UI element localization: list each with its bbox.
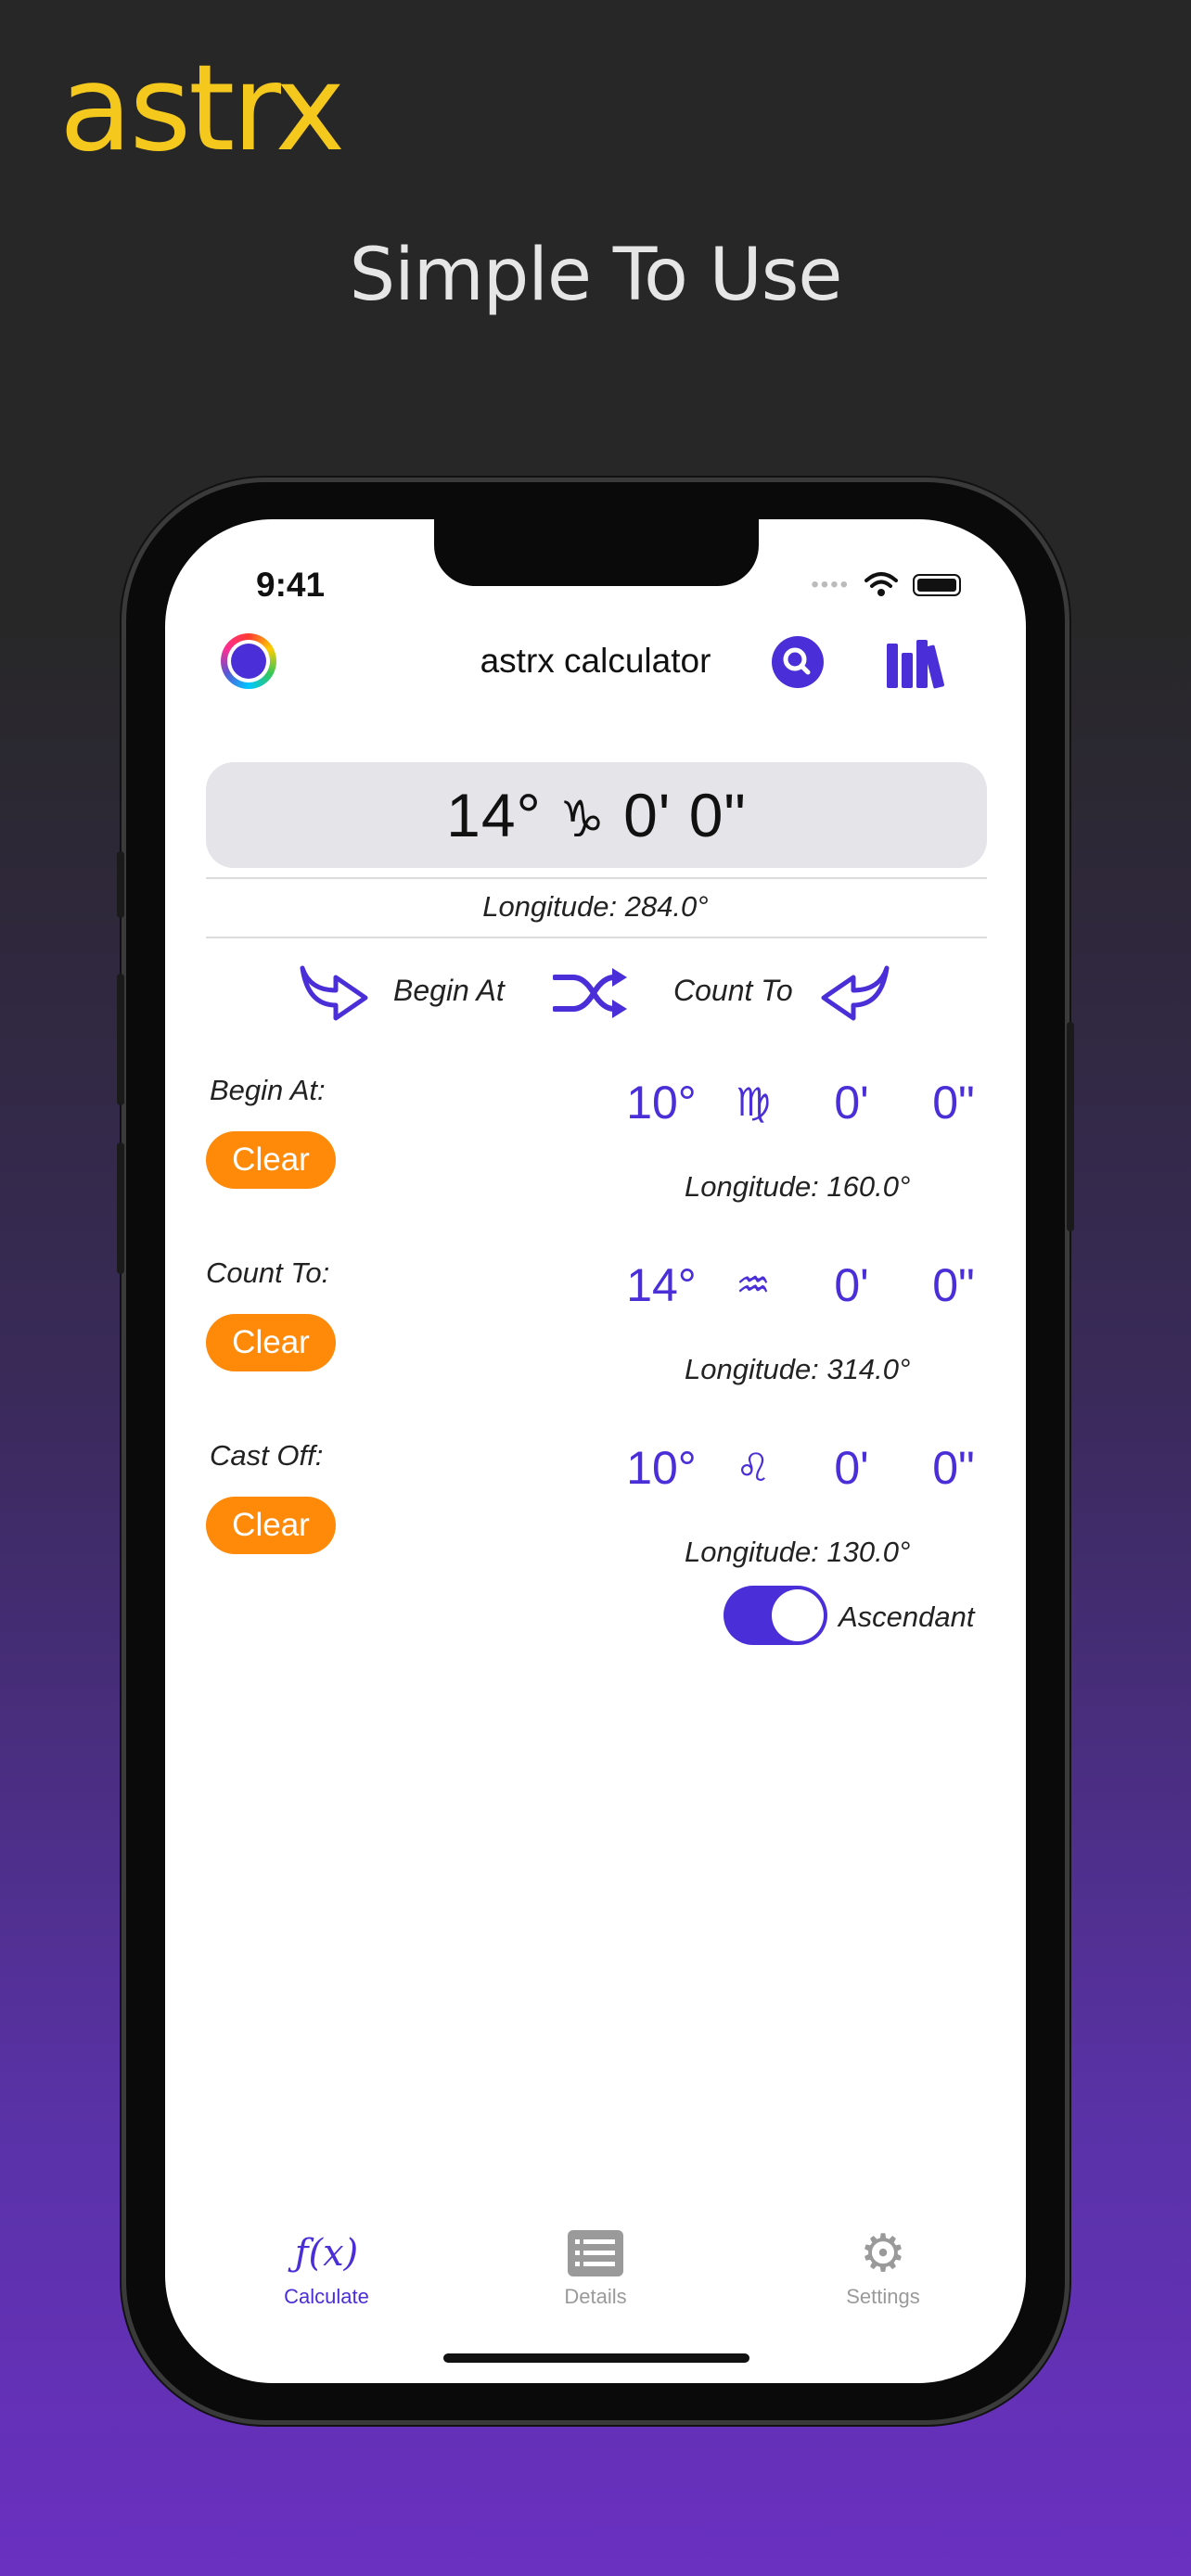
begin-at-degrees[interactable]: 10° [610, 1076, 712, 1129]
count-to-longitude: Longitude: 314.0° [685, 1353, 911, 1385]
library-button[interactable] [885, 636, 946, 695]
toggle-knob [772, 1589, 824, 1641]
search-icon [783, 647, 811, 675]
wifi-icon [864, 572, 898, 596]
volume-up-button [117, 974, 124, 1105]
count-to-sign-icon[interactable]: ♒ [725, 1262, 781, 1307]
mute-switch [117, 851, 124, 918]
tab-settings[interactable]: ⚙ Settings [790, 2223, 976, 2309]
power-button [1067, 1022, 1074, 1231]
count-to-degrees[interactable]: 14° [610, 1258, 712, 1312]
result-display: 14° ♑ 0' 0" [206, 762, 987, 868]
cast-off-clear-button[interactable]: Clear [206, 1497, 336, 1554]
cast-off-degrees[interactable]: 10° [610, 1441, 712, 1495]
ascendant-label: Ascendant [839, 1600, 975, 1633]
divider [206, 877, 987, 879]
begin-at-clear-button[interactable]: Clear [206, 1131, 336, 1189]
promo-tagline: Simple To Use [349, 234, 843, 317]
home-indicator [443, 2353, 749, 2363]
tab-details[interactable]: Details [503, 2225, 688, 2309]
search-button[interactable] [772, 636, 824, 688]
result-degree: 14° [446, 781, 542, 849]
ascendant-toggle[interactable] [724, 1586, 827, 1645]
forward-arrow-icon[interactable] [299, 959, 369, 1024]
cast-off-seconds[interactable]: 0" [926, 1441, 981, 1495]
begin-at-longitude: Longitude: 160.0° [685, 1170, 911, 1203]
list-icon [568, 2230, 623, 2276]
cast-off-longitude: Longitude: 130.0° [685, 1536, 911, 1568]
status-time: 9:41 [256, 566, 326, 604]
tab-calculate[interactable]: ƒ(x) Calculate [234, 2225, 419, 2309]
count-to-minutes[interactable]: 0' [824, 1258, 879, 1312]
cast-off-sign-icon[interactable]: ♌ [725, 1445, 781, 1490]
result-longitude: Longitude: 284.0° [482, 890, 709, 923]
notch [434, 519, 759, 586]
count-to-label: Count To: [206, 1256, 330, 1289]
tab-label: Details [564, 2285, 627, 2308]
result-sign-icon: ♑ [559, 790, 606, 848]
begin-at-label: Begin At: [210, 1074, 326, 1106]
tab-label: Settings [846, 2285, 920, 2308]
status-icons: •••• [811, 571, 961, 599]
cast-off-label: Cast Off: [210, 1439, 324, 1472]
begin-at-seconds[interactable]: 0" [926, 1076, 981, 1129]
begin-at-direction-label: Begin At [393, 974, 505, 1007]
cast-off-minutes[interactable]: 0' [824, 1441, 879, 1495]
brand-logo: astrx [59, 40, 345, 178]
gear-icon: ⚙ [859, 2223, 907, 2284]
shuffle-icon[interactable] [553, 966, 629, 1020]
begin-at-sign-icon[interactable]: ♍ [725, 1079, 781, 1125]
count-to-direction-label: Count To [673, 974, 793, 1007]
result-seconds: 0" [688, 781, 747, 849]
backward-arrow-icon[interactable] [820, 959, 890, 1024]
divider [206, 937, 987, 938]
phone-frame: 9:41 •••• astrx calculator 14° ♑ 0' 0" L… [117, 482, 1074, 2420]
tab-label: Calculate [284, 2285, 369, 2308]
result-minutes: 0' [623, 781, 672, 849]
books-icon [887, 640, 944, 689]
app-screen: 9:41 •••• astrx calculator 14° ♑ 0' 0" L… [165, 519, 1026, 2383]
cellular-icon: •••• [811, 572, 850, 597]
volume-down-button [117, 1142, 124, 1274]
begin-at-minutes[interactable]: 0' [824, 1076, 879, 1129]
count-to-clear-button[interactable]: Clear [206, 1314, 336, 1371]
count-to-seconds[interactable]: 0" [926, 1258, 981, 1312]
function-icon: ƒ(x) [294, 2232, 359, 2275]
battery-icon [913, 574, 961, 596]
direction-row: Begin At Count To [165, 953, 1026, 1027]
